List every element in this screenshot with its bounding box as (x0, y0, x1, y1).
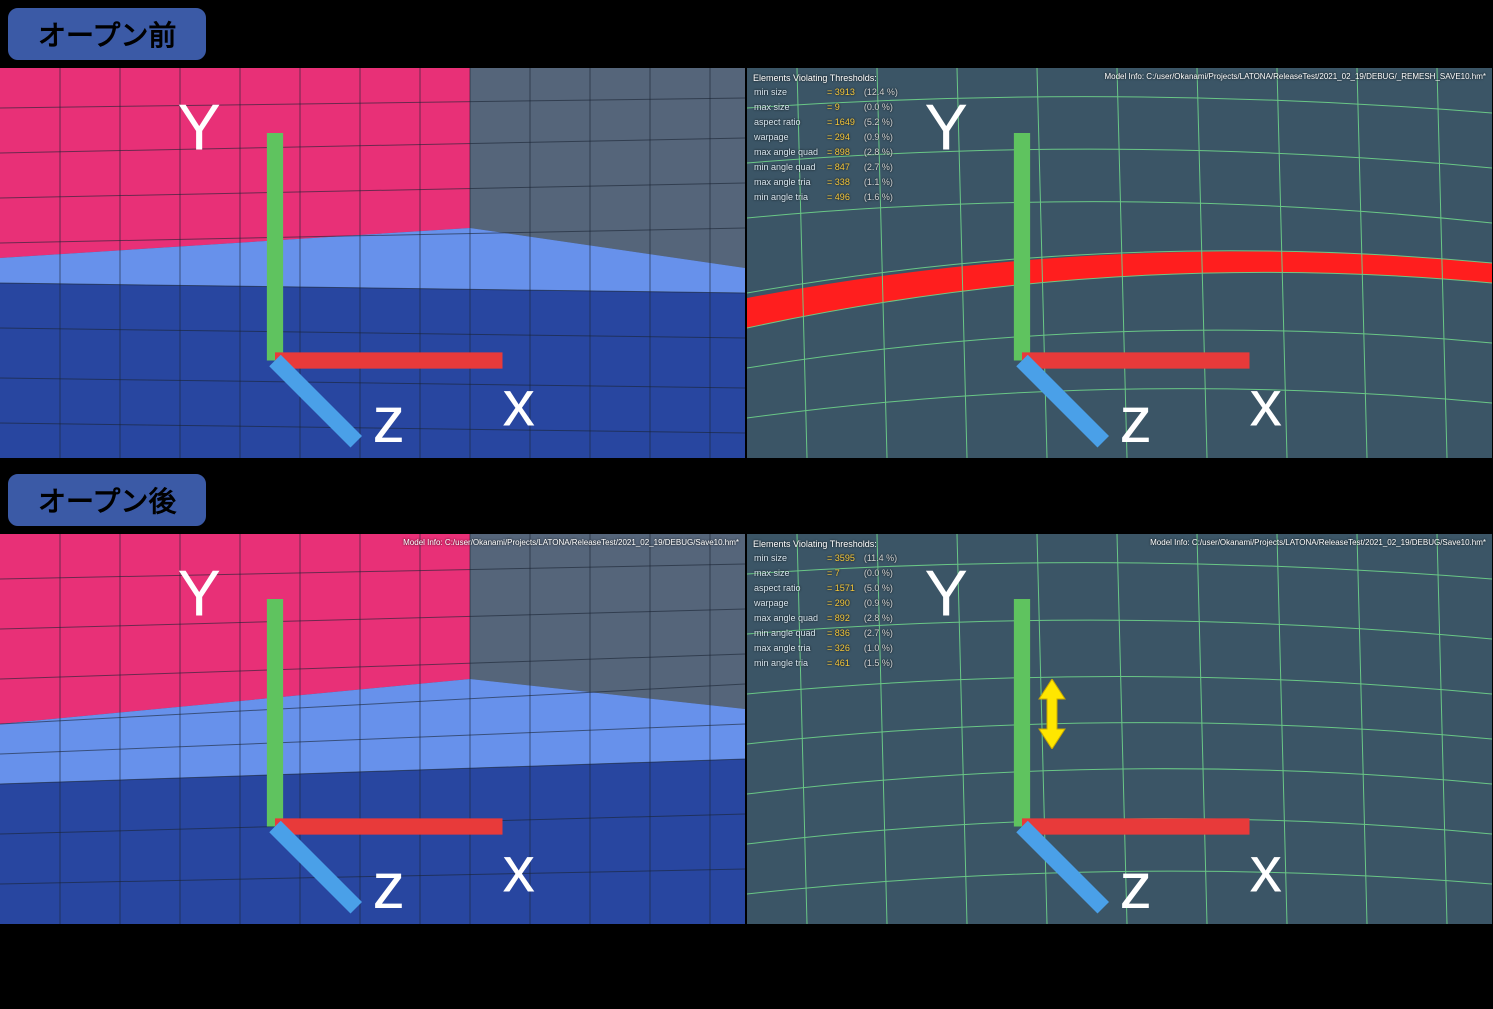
view-triad: Y x z (0, 534, 745, 924)
svg-text:z: z (1120, 383, 1153, 456)
svg-text:x: x (503, 367, 536, 440)
viewport-before-left[interactable]: Y x z (0, 68, 745, 458)
svg-text:Y: Y (178, 556, 221, 629)
view-triad: Y x z (747, 534, 1492, 924)
svg-text:x: x (1250, 833, 1283, 906)
svg-text:Y: Y (925, 90, 968, 163)
svg-text:x: x (1250, 367, 1283, 440)
viewport-after-left[interactable]: Model Info: C:/user/Okanami/Projects/LAT… (0, 534, 745, 924)
label-before: オープン前 (6, 6, 208, 62)
svg-text:z: z (1120, 849, 1153, 922)
label-after: オープン後 (6, 472, 208, 528)
svg-text:x: x (503, 833, 536, 906)
view-triad: Y x z (0, 68, 745, 458)
view-triad: Y x z (747, 68, 1492, 458)
viewport-after-right[interactable]: Elements Violating Thresholds: min size=… (747, 534, 1492, 924)
svg-text:z: z (373, 849, 406, 922)
svg-text:Y: Y (925, 556, 968, 629)
svg-text:z: z (373, 383, 406, 456)
svg-text:Y: Y (178, 90, 221, 163)
viewport-before-right[interactable]: Elements Violating Thresholds: min size=… (747, 68, 1492, 458)
